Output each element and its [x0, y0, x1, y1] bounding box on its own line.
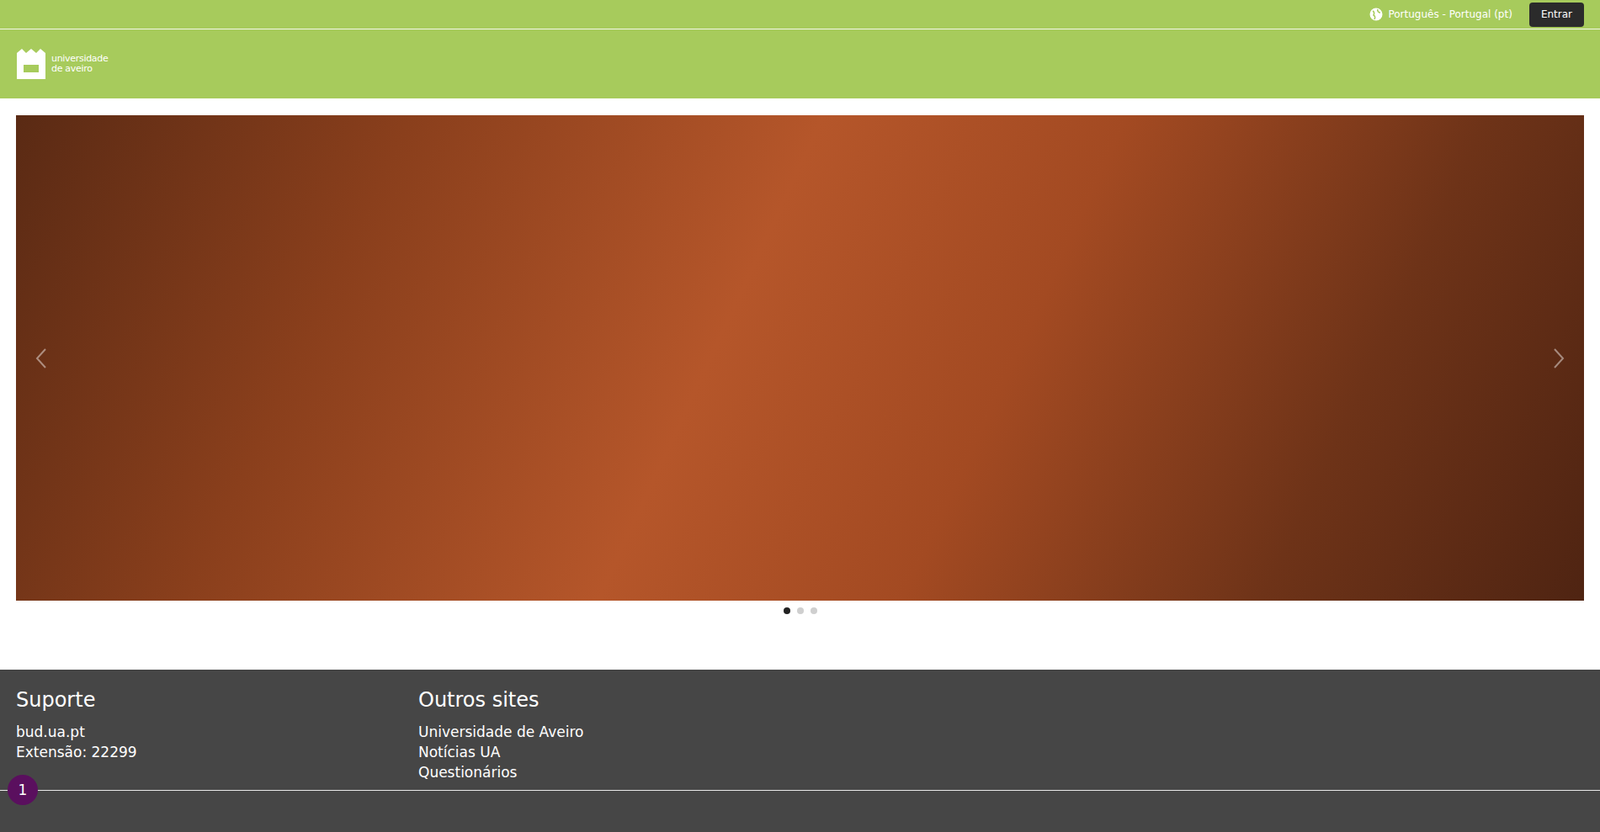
carousel-dot[interactable]: [783, 607, 791, 615]
previous-button[interactable]: [31, 344, 52, 373]
header: universidadede aveiro: [0, 29, 1600, 99]
footer-link[interactable]: bud.ua.pt: [15, 722, 419, 743]
next-button[interactable]: [1548, 344, 1569, 373]
carousel-dot[interactable]: [797, 607, 804, 615]
footer-title: Suporte: [15, 688, 419, 713]
logo-line: de aveiro: [51, 63, 108, 75]
footer-link[interactable]: Notícias UA: [418, 742, 821, 763]
footer-column: Outros sites Universidade de AveiroNotíci…: [418, 688, 821, 786]
logo[interactable]: universidadede aveiro: [15, 47, 108, 80]
castle-logo-icon: [15, 47, 47, 80]
footer-title: Outros sites: [418, 688, 821, 713]
footer-column: Suporte bud.ua.ptExtensão: 22299: [15, 688, 419, 786]
carousel-slide: [15, 115, 1585, 601]
logo-text: universidadede aveiro: [51, 53, 108, 75]
chevron-left-icon: [35, 347, 48, 370]
carousel-dot[interactable]: [810, 607, 818, 615]
chevron-right-icon: [1552, 347, 1565, 370]
login-button[interactable]: Entrar: [1529, 2, 1585, 27]
language-menu[interactable]: Português - Portugal (pt): [1369, 7, 1512, 22]
language-label: Português - Portugal (pt): [1387, 8, 1512, 21]
carousel-indicators: [783, 607, 818, 615]
footer-link[interactable]: Questionários: [418, 762, 821, 783]
footer-link[interactable]: Universidade de Aveiro: [418, 722, 821, 743]
footer-divider: [0, 790, 1600, 792]
page: Português - Portugal (pt) Entrar universid…: [0, 0, 1600, 832]
top-bar: Português - Portugal (pt) Entrar: [0, 0, 1600, 30]
footer-columns: Suportebud.ua.ptExtensão: 22299Outros si…: [0, 669, 1600, 791]
main: [0, 98, 1600, 670]
logo-line: universidade: [51, 53, 108, 64]
footer-link[interactable]: Extensão: 22299: [15, 742, 419, 763]
notification-badge[interactable]: 1: [7, 775, 38, 806]
globe-icon: [1369, 7, 1383, 22]
footer: Suportebud.ua.ptExtensão: 22299Outros si…: [0, 669, 1600, 832]
